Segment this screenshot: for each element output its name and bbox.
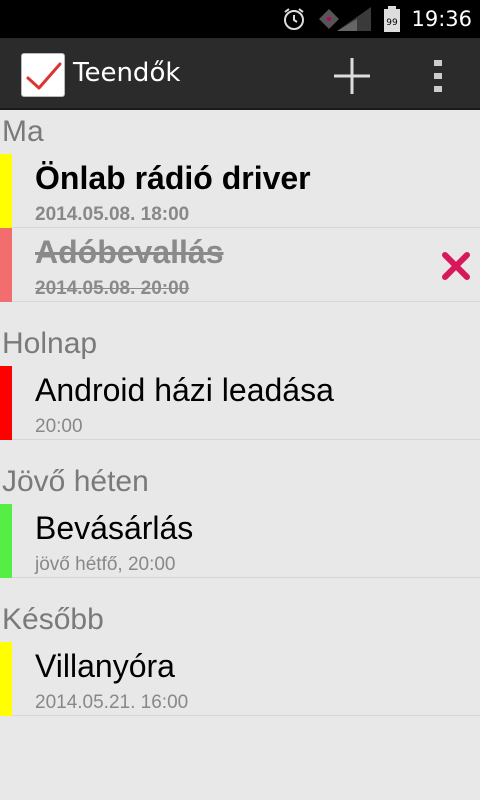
svg-text:99: 99 xyxy=(387,18,399,28)
item-subtitle: 2014.05.08. 18:00 xyxy=(35,204,190,225)
item-title: Android házi leadása xyxy=(35,372,334,408)
item-title: Adóbevallás xyxy=(35,234,224,270)
list-item[interactable]: Android házi leadása 20:00 xyxy=(0,366,480,440)
priority-bar xyxy=(0,366,12,440)
status-time: 19:36 xyxy=(411,7,472,31)
section-header-next-week: Jövő héten xyxy=(2,465,149,498)
item-subtitle: 2014.05.21. 16:00 xyxy=(35,692,189,713)
list-item[interactable]: Adóbevallás 2014.05.08. 20:00 xyxy=(0,228,480,302)
section-header-today: Ma xyxy=(2,115,44,148)
signal-icon xyxy=(319,7,372,31)
overflow-menu-icon xyxy=(434,60,442,92)
priority-bar xyxy=(0,642,12,716)
item-title: Villanyóra xyxy=(35,648,175,684)
status-bar: 99 19:36 xyxy=(0,0,480,38)
overflow-menu-button[interactable] xyxy=(426,52,450,100)
item-title: Bevásárlás xyxy=(35,510,194,546)
list-item[interactable]: Önlab rádió driver 2014.05.08. 18:00 xyxy=(0,154,480,228)
battery-icon: 99 xyxy=(384,6,401,32)
alarm-icon xyxy=(284,8,305,30)
add-button[interactable] xyxy=(328,52,376,100)
app-title: Teendők xyxy=(73,58,181,88)
priority-bar xyxy=(0,504,12,578)
priority-bar xyxy=(0,154,12,228)
section-header-tomorrow: Holnap xyxy=(2,327,98,360)
section-header-later: Később xyxy=(2,603,104,636)
todo-list: Ma Önlab rádió driver 2014.05.08. 18:00 … xyxy=(0,110,480,716)
list-item[interactable]: Bevásárlás jövő hétfő, 20:00 xyxy=(0,504,480,578)
delete-button[interactable] xyxy=(440,250,472,282)
item-subtitle: jövő hétfő, 20:00 xyxy=(35,554,176,575)
item-title: Önlab rádió driver xyxy=(35,160,311,196)
priority-bar xyxy=(0,228,12,302)
item-subtitle: 20:00 xyxy=(35,416,83,437)
add-icon xyxy=(334,58,370,94)
action-bar: Teendők xyxy=(0,38,480,110)
list-item[interactable]: Villanyóra 2014.05.21. 16:00 xyxy=(0,642,480,716)
item-subtitle: 2014.05.08. 20:00 xyxy=(35,278,190,299)
app-logo[interactable] xyxy=(21,53,65,97)
close-icon xyxy=(442,252,470,280)
checkmark-icon xyxy=(26,62,62,90)
